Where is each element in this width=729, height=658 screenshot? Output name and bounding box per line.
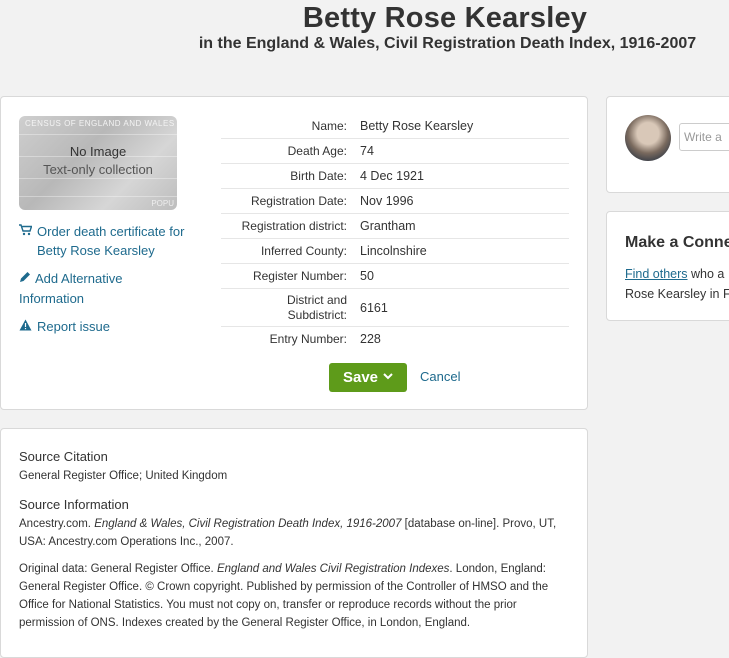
fact-label: Registration Date:: [250, 193, 347, 208]
fact-label: Registration district:: [241, 218, 347, 233]
find-others-link[interactable]: Find others: [625, 267, 688, 281]
report-issue-label: Report issue: [37, 319, 110, 334]
source-info-p2-a: Original data: General Register Office.: [19, 563, 217, 575]
order-certificate-link[interactable]: Order death certificate for Betty Rose K…: [19, 222, 209, 260]
text-only-label: Text-only collection: [43, 162, 153, 177]
fact-value: 4 Dec 1921: [360, 169, 424, 183]
thumbnail-caption: CENSUS OF ENGLAND AND WALES: [25, 119, 175, 128]
fact-value: Lincolnshire: [360, 244, 427, 258]
record-facts: Name: Betty Rose Kearsley Death Age: 74 …: [221, 114, 569, 351]
connect-card: Make a Conne Find others who a Rose Kear…: [606, 211, 729, 321]
source-info-paragraph-2: Original data: General Register Office. …: [19, 560, 564, 632]
fact-value: Grantham: [360, 219, 416, 233]
source-info-p1-title: England & Wales, Civil Registration Deat…: [94, 518, 402, 530]
fact-row: District and Subdistrict: 6161: [221, 289, 569, 327]
source-info-paragraph-1: Ancestry.com. England & Wales, Civil Reg…: [19, 515, 564, 551]
warning-icon: [19, 317, 37, 337]
order-certificate-line2: Betty Rose Kearsley: [37, 243, 155, 258]
comment-input[interactable]: Write a: [679, 123, 729, 151]
report-issue-link[interactable]: Report issue: [19, 317, 209, 337]
avatar: [625, 115, 671, 161]
cancel-link[interactable]: Cancel: [420, 369, 460, 384]
fact-value: 228: [360, 332, 381, 346]
fact-label: Death Age:: [287, 143, 347, 158]
fact-row: Birth Date: 4 Dec 1921: [221, 164, 569, 189]
fact-label: Name:: [311, 118, 347, 133]
source-card: Source Citation General Register Office;…: [0, 428, 588, 658]
fact-row: Name: Betty Rose Kearsley: [221, 114, 569, 139]
chevron-down-icon: [383, 372, 393, 383]
fact-value: 74: [360, 144, 374, 158]
page-header: Betty Rose Kearsley in the England & Wal…: [0, 0, 729, 60]
connect-text: Find others who a Rose Kearsley in F: [625, 264, 729, 304]
fact-label: Inferred County:: [260, 243, 347, 258]
record-thumbnail: CENSUS OF ENGLAND AND WALES No Image Tex…: [19, 116, 177, 210]
add-alternative-line1: Add Alternative: [35, 271, 123, 286]
fact-value: 50: [360, 269, 374, 283]
fact-value: 6161: [360, 300, 388, 315]
connect-text-line2: Rose Kearsley in F: [625, 287, 729, 301]
fact-row: Registration Date: Nov 1996: [221, 189, 569, 214]
fact-row: Register Number: 50: [221, 264, 569, 289]
page-subtitle: in the England & Wales, Civil Registrati…: [198, 35, 697, 52]
save-label: Save: [342, 369, 379, 386]
fact-row: Entry Number: 228: [221, 327, 569, 351]
connect-title: Make a Conne: [625, 234, 729, 251]
no-image-label: No Image: [69, 144, 127, 159]
connect-text-rest: who a: [687, 267, 725, 281]
thumbnail-corner-text: POPU: [151, 199, 174, 208]
fact-label: Birth Date:: [290, 168, 347, 183]
order-certificate-line1: Order death certificate for: [37, 224, 185, 239]
comment-card: Write a: [606, 96, 729, 193]
save-button[interactable]: Save: [329, 363, 407, 392]
add-alternative-link[interactable]: Add Alternative Information: [19, 269, 209, 308]
fact-label: District and Subdistrict:: [286, 292, 347, 322]
fact-value: Betty Rose Kearsley: [360, 119, 474, 133]
fact-row: Inferred County: Lincolnshire: [221, 239, 569, 264]
source-info-p1-a: Ancestry.com.: [19, 518, 95, 530]
cart-icon: [19, 222, 37, 260]
source-info-heading: Source Information: [19, 497, 129, 512]
fact-label: Register Number:: [252, 268, 347, 283]
fact-row: Death Age: 74: [221, 139, 569, 164]
side-links: Order death certificate for Betty Rose K…: [19, 222, 209, 346]
source-citation-text: General Register Office; United Kingdom: [19, 470, 228, 482]
fact-row: Registration district: Grantham: [221, 214, 569, 239]
pencil-icon: [19, 269, 35, 289]
source-citation-heading: Source Citation: [19, 449, 108, 464]
fact-value: Nov 1996: [360, 194, 414, 208]
source-info-p2-title: England and Wales Civil Registration Ind…: [216, 563, 450, 575]
fact-label: Entry Number:: [269, 331, 347, 346]
add-alternative-line2: Information: [19, 291, 85, 306]
page-title: Betty Rose Kearsley: [302, 2, 588, 34]
record-card: CENSUS OF ENGLAND AND WALES No Image Tex…: [0, 96, 588, 410]
